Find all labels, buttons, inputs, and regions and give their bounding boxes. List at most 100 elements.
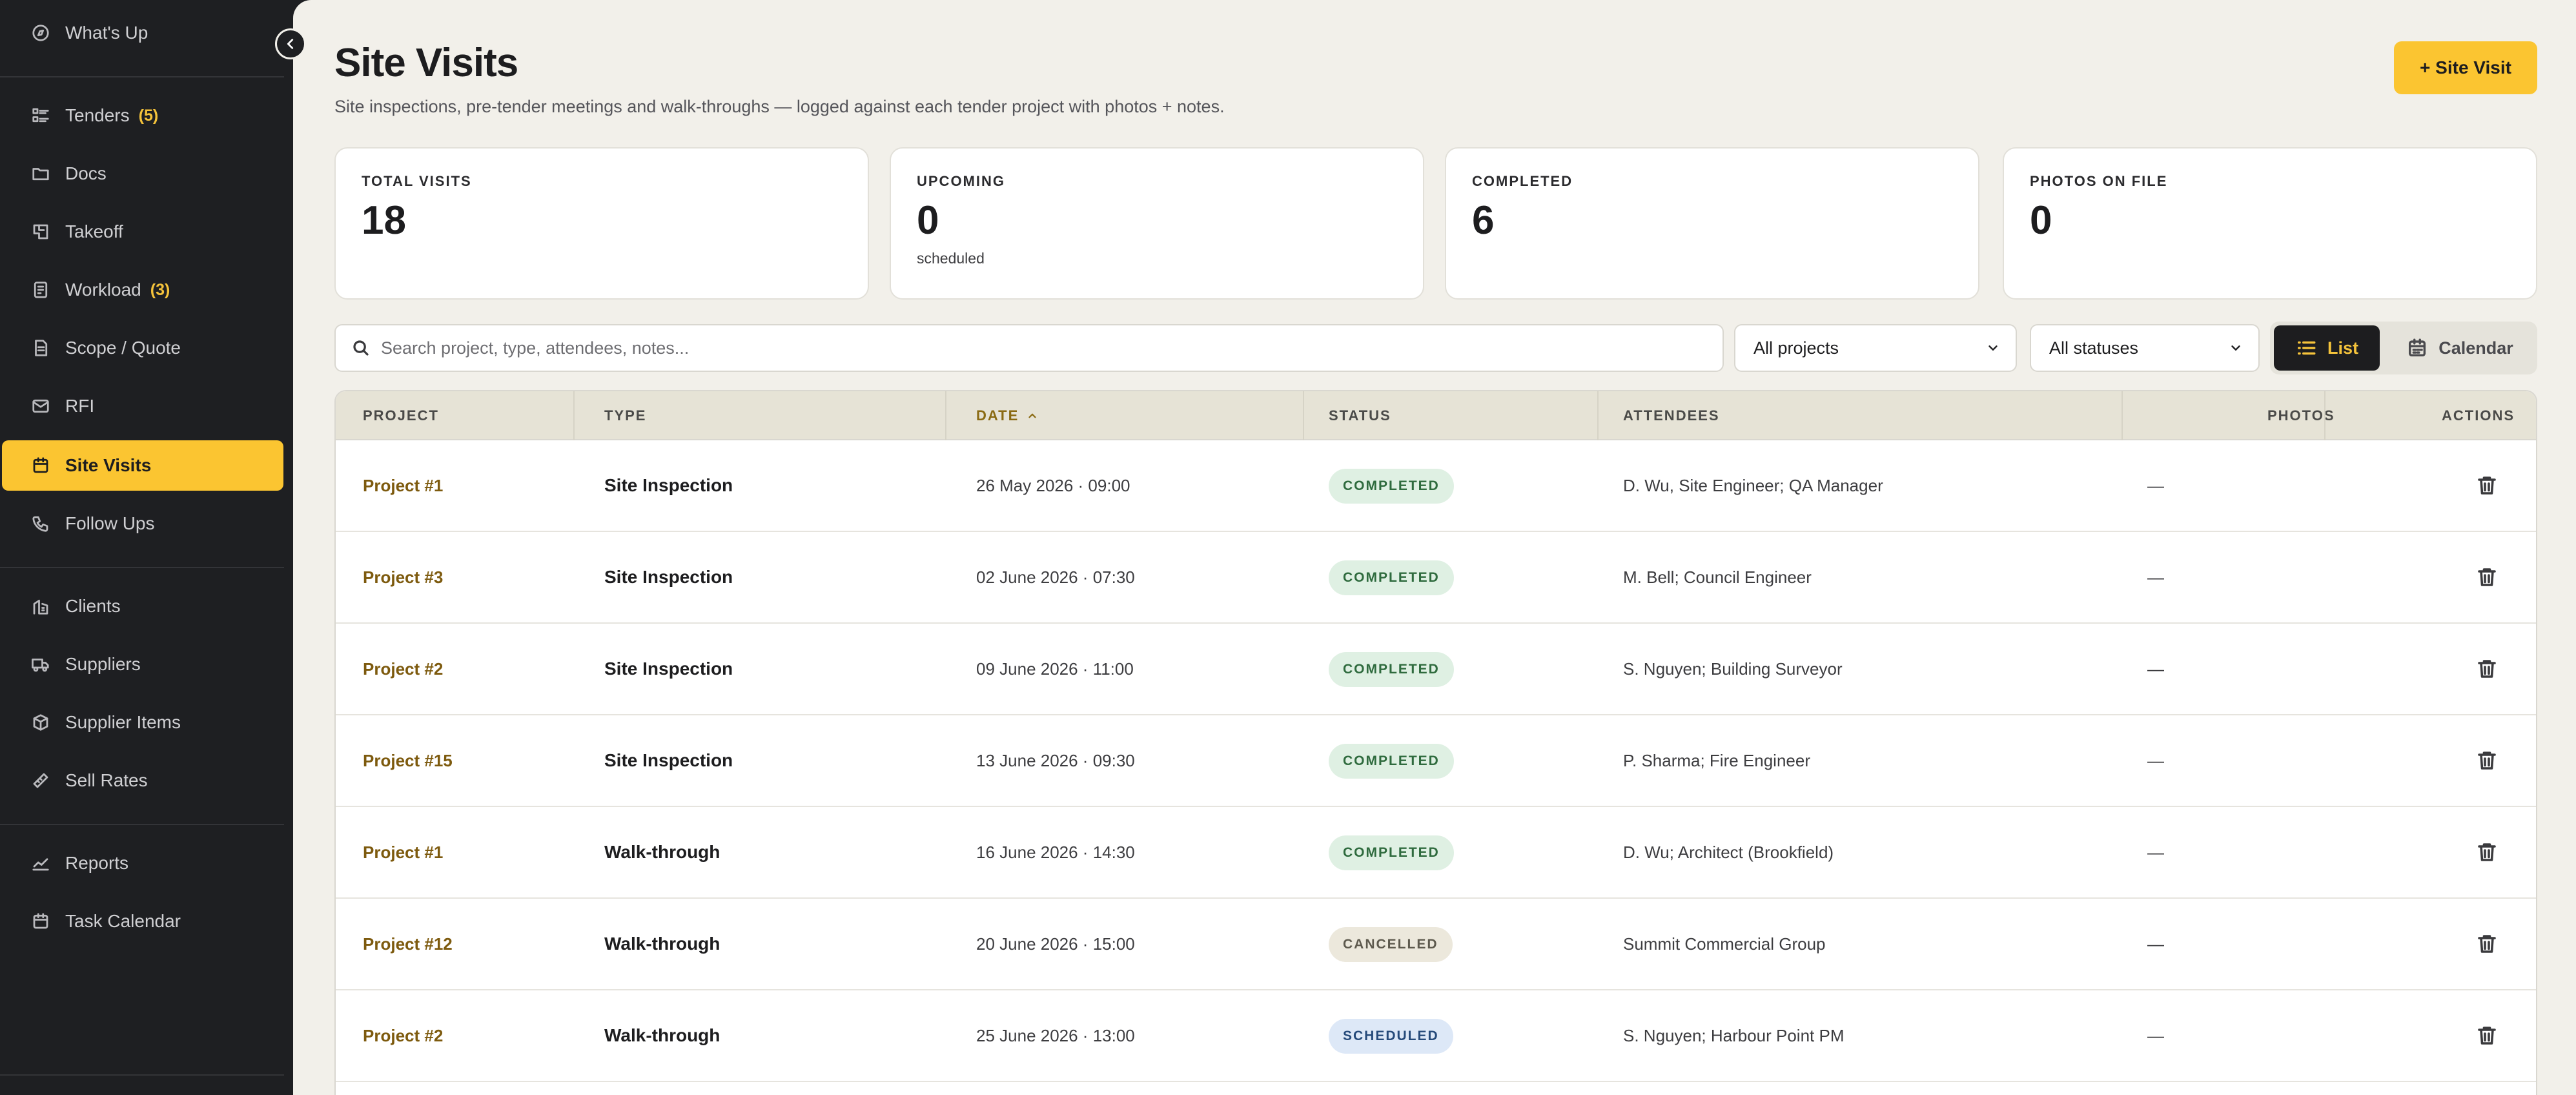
project-link[interactable]: Project #12 (363, 899, 453, 989)
column-divider (945, 391, 946, 440)
mail-icon (30, 396, 51, 416)
project-link[interactable]: Project #15 (363, 715, 453, 806)
stat-label: COMPLETED (1472, 173, 1573, 189)
table-row[interactable]: Project #1 Site Inspection 26 May 2026 ·… (336, 440, 2536, 532)
visit-type: Site Inspection (604, 475, 733, 495)
sidebar-item-sell-rates[interactable]: Sell Rates (2, 755, 283, 806)
delete-button[interactable] (2473, 930, 2501, 958)
delete-button[interactable] (2473, 838, 2501, 866)
sidebar-item-suppliers[interactable]: Suppliers (2, 639, 283, 690)
sidebar-item-reports[interactable]: Reports (2, 838, 283, 888)
sidebar-item-label: Reports (65, 853, 129, 873)
collapse-sidebar-button[interactable] (275, 28, 306, 59)
delete-button[interactable] (2473, 471, 2501, 500)
sidebar-item-rfi[interactable]: RFI (2, 381, 283, 431)
sidebar-divider (0, 1074, 284, 1076)
delete-button[interactable] (2473, 563, 2501, 591)
column-header-status[interactable]: STATUS (1329, 391, 1391, 440)
sidebar-item-whats-up[interactable]: What's Up (2, 8, 283, 58)
visit-date: 13 June 2026 · 09:30 (976, 750, 1135, 770)
project-link[interactable]: Project #1 (363, 440, 443, 531)
attendees: M. Bell; Council Engineer (1623, 567, 1812, 587)
sidebar-item-site-visits[interactable]: Site Visits (2, 440, 283, 491)
project-link[interactable]: Project #1 (363, 807, 443, 897)
stat-value: 0 (917, 198, 939, 243)
sidebar-item-label: Sell Rates (65, 770, 148, 790)
status-badge: COMPLETED (1329, 835, 1454, 870)
stat-card-completed: COMPLETED 6 (1445, 147, 1979, 300)
trash-icon (2478, 1027, 2496, 1045)
visit-type: Site Inspection (604, 750, 733, 770)
truck-icon (30, 654, 51, 675)
status-badge: SCHEDULED (1329, 1019, 1453, 1054)
attendees: P. Sharma; Fire Engineer (1623, 750, 1810, 770)
trash-icon (2478, 843, 2496, 861)
chevron-down-icon (1988, 345, 1998, 351)
table-row[interactable]: Project #2 Walk-through 25 June 2026 · 1… (336, 990, 2536, 1082)
stat-value: 18 (362, 198, 406, 243)
sidebar-item-clients[interactable]: Clients (2, 581, 283, 631)
stat-label: PHOTOS ON FILE (2030, 173, 2168, 189)
calendar-view-button[interactable]: Calendar (2386, 325, 2533, 371)
column-header-attendees[interactable]: ATTENDEES (1623, 391, 1720, 440)
table-row[interactable]: Project #15 Site Inspection 13 June 2026… (336, 715, 2536, 807)
sidebar-item-supplier-items[interactable]: Supplier Items (2, 697, 283, 748)
visit-date: 26 May 2026 · 09:00 (976, 475, 1130, 495)
table-row[interactable]: Project #2 Site Inspection 09 June 2026 … (336, 624, 2536, 715)
delete-button[interactable] (2473, 1021, 2501, 1050)
chevron-down-icon (2231, 345, 2240, 351)
calendar-icon (30, 455, 51, 476)
attendees: D. Wu, Site Engineer; QA Manager (1623, 475, 1883, 495)
column-header-project[interactable]: PROJECT (363, 391, 439, 440)
column-header-date[interactable]: DATE (976, 391, 1038, 440)
photos-count: — (2147, 475, 2164, 495)
table-row[interactable]: Project #1 Walk-through 16 June 2026 · 1… (336, 807, 2536, 899)
sidebar-divider (0, 76, 284, 77)
photos-count: — (2147, 934, 2164, 954)
box-icon (30, 712, 51, 733)
page-title: Site Visits (334, 41, 518, 85)
table-row[interactable]: Project #12 Walk-through 20 June 2026 · … (336, 899, 2536, 990)
sidebar-divider (0, 824, 284, 825)
chart-line-icon (30, 853, 51, 874)
column-header-type[interactable]: TYPE (604, 391, 646, 440)
sidebar-item-task-calendar[interactable]: Task Calendar (2, 896, 283, 947)
list-icon (30, 105, 51, 126)
column-header-date-label: DATE (976, 407, 1019, 424)
search-box (334, 324, 1724, 372)
sidebar-item-workload[interactable]: Workload (3) (2, 265, 283, 315)
sidebar-item-docs[interactable]: Docs (2, 148, 283, 199)
stat-label: UPCOMING (917, 173, 1005, 189)
project-link[interactable]: Project #2 (363, 624, 443, 714)
trash-icon (2478, 476, 2496, 495)
add-site-visit-button[interactable]: + Site Visit (2394, 41, 2537, 94)
visit-date: 16 June 2026 · 14:30 (976, 842, 1135, 862)
sidebar-item-label: Workload (65, 280, 141, 300)
search-icon (353, 340, 369, 356)
column-divider (1303, 391, 1304, 440)
search-input[interactable] (381, 338, 1608, 358)
photos-count: — (2147, 750, 2164, 770)
table-row[interactable]: Project #3 Site Inspection 02 June 2026 … (336, 532, 2536, 624)
sidebar-item-label: What's Up (65, 23, 148, 43)
visit-date: 02 June 2026 · 07:30 (976, 567, 1135, 587)
calendar-icon (2409, 338, 2426, 357)
sidebar-item-tenders[interactable]: Tenders (5) (2, 90, 283, 141)
trash-icon (2478, 935, 2496, 953)
building-icon (30, 596, 51, 617)
visit-date: 25 June 2026 · 13:00 (976, 1025, 1135, 1045)
delete-button[interactable] (2473, 746, 2501, 775)
delete-button[interactable] (2473, 655, 2501, 683)
visit-type: Walk-through (604, 934, 721, 954)
sidebar-item-scope-quote[interactable]: Scope / Quote (2, 323, 283, 373)
sidebar-item-takeoff[interactable]: Takeoff (2, 207, 283, 257)
folder-icon (30, 163, 51, 184)
project-link[interactable]: Project #3 (363, 532, 443, 622)
list-view-label: List (2327, 338, 2358, 358)
list-view-button[interactable]: List (2274, 325, 2380, 371)
status-filter-select[interactable]: All statuses (2030, 324, 2260, 372)
sidebar-item-follow-ups[interactable]: Follow Ups (2, 498, 283, 549)
trash-icon (2478, 660, 2496, 678)
project-link[interactable]: Project #2 (363, 990, 443, 1081)
project-filter-select[interactable]: All projects (1734, 324, 2017, 372)
